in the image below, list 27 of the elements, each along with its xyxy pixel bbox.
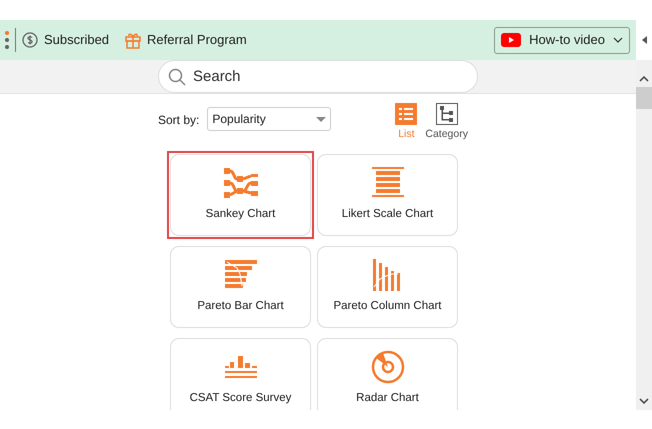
sort-label: Sort by:	[158, 112, 200, 129]
sankey-icon	[224, 168, 258, 198]
subscribed-label[interactable]: Subscribed	[44, 30, 110, 50]
play-icon	[501, 33, 522, 47]
scroll-thumb	[636, 87, 652, 109]
search-icon	[168, 68, 186, 86]
hierarchy-icon	[436, 103, 458, 125]
scroll-down-icon	[639, 398, 649, 404]
more-icon[interactable]	[5, 30, 9, 50]
list-icon	[395, 103, 418, 125]
collapse-icon[interactable]	[642, 36, 646, 44]
bar-chart-icon	[224, 356, 256, 378]
scroll-up-icon	[639, 76, 649, 82]
radar-icon	[370, 350, 404, 384]
chevron-down-icon	[613, 37, 623, 43]
gift-icon	[125, 32, 142, 48]
search-field[interactable]: Search	[158, 60, 478, 93]
chart-type-card[interactable]: Sankey Chart	[167, 150, 314, 239]
stacked-bars-icon	[372, 167, 404, 200]
dollar-icon	[22, 32, 38, 48]
referral-program-link[interactable]: Referral Program	[147, 30, 247, 50]
view-mode-tab[interactable]: Category	[425, 103, 468, 143]
sort-dropdown[interactable]: Popularity	[207, 107, 332, 131]
dropdown-arrow-icon	[316, 116, 326, 122]
horizontal-bars-icon	[224, 260, 256, 290]
how-to-video-button[interactable]: How-to video	[494, 26, 630, 54]
column-bars-icon	[372, 259, 402, 292]
